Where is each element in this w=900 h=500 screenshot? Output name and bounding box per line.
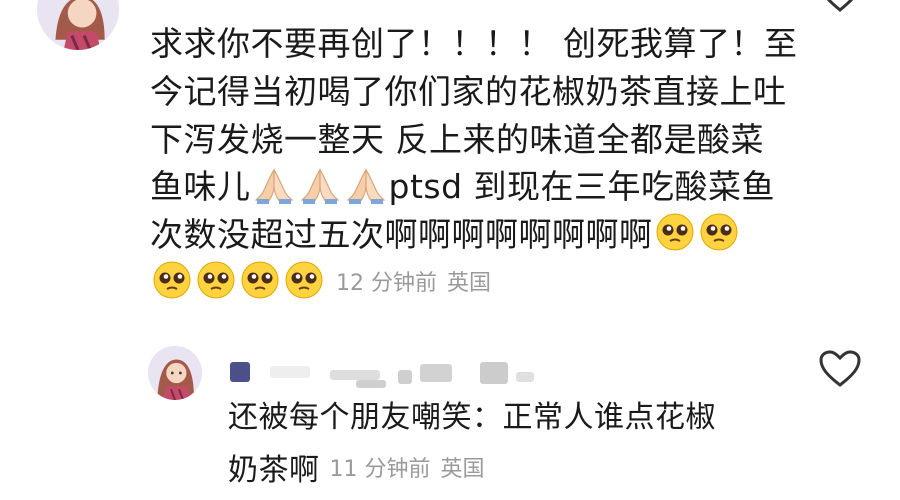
pleading-face-icon: [699, 212, 739, 265]
comment-time: 12 分钟前: [336, 270, 437, 296]
reply-line: 奶茶啊: [228, 453, 320, 488]
comment-line-with-emoji: 鱼味儿 ptsd 到现在三年吃酸菜鱼: [150, 163, 780, 211]
reply-body: 还被每个朋友嘲笑：正常人谁点花椒 奶茶啊 11 分钟前 英国: [228, 392, 788, 496]
reply-time: 11 分钟前: [329, 457, 431, 482]
comment-last-line: 12 分钟前 英国: [150, 259, 780, 307]
comment-location: 英国: [447, 270, 492, 296]
comment-line: 次数没超过五次啊啊啊啊啊啊啊啊: [150, 215, 653, 255]
pleading-face-icon: [196, 260, 236, 313]
comment-line: ptsd 到现在三年吃酸菜鱼: [388, 167, 776, 207]
praying-hands-icon: [299, 166, 341, 217]
reply-location: 英国: [440, 457, 485, 482]
reply-line: 还被每个朋友嘲笑：正常人谁点花椒: [228, 400, 716, 435]
reply-like-heart-icon[interactable]: [818, 350, 862, 388]
comment-line: 下泻发烧一整天 反上来的味道全都是酸菜: [150, 119, 764, 159]
commenter-name-cropped: [150, 0, 480, 6]
comment-line: 求求你不要再创了！！！！ 创死我算了！至: [150, 24, 798, 63]
comment-line: 鱼味儿: [150, 167, 251, 207]
avatar[interactable]: [37, 0, 119, 50]
pleading-face-icon: [240, 260, 280, 313]
reply-avatar[interactable]: [148, 346, 202, 400]
pleading-face-icon: [152, 260, 192, 313]
comment-line: 今记得当初喝了你们家的花椒奶茶直接上吐: [150, 71, 787, 111]
pleading-face-icon: [655, 212, 695, 265]
pleading-face-icon: [284, 260, 324, 313]
reply-author-name-redacted[interactable]: [230, 356, 540, 388]
comment-body: 求求你不要再创了！！！！ 创死我算了！至 今记得当初喝了你们家的花椒奶茶直接上吐…: [150, 20, 798, 307]
reply-last-line: 奶茶啊 11 分钟前 英国: [228, 444, 788, 496]
praying-hands-icon: [253, 166, 295, 217]
like-heart-icon[interactable]: [820, 0, 860, 12]
praying-hands-icon: [345, 166, 387, 217]
comment-line-with-emoji: 次数没超过五次啊啊啊啊啊啊啊啊: [150, 211, 780, 259]
